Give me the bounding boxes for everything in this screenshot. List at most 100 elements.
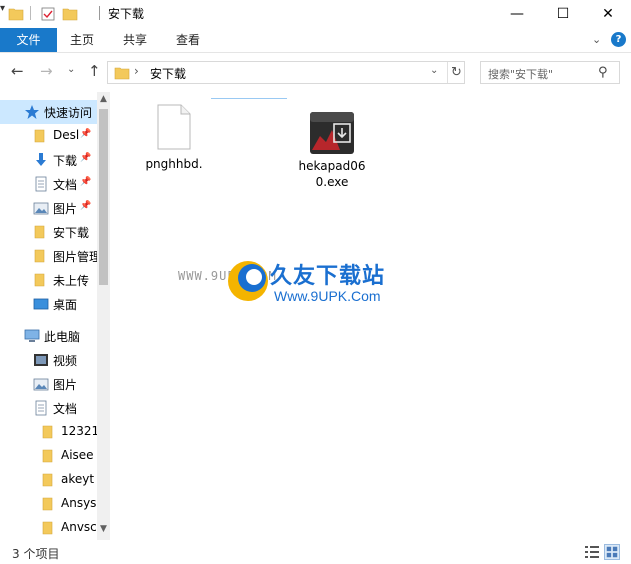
pin-icon: 📌 — [80, 153, 92, 163]
nav-item-folder-akeyt[interactable]: akeyt — [0, 468, 98, 492]
maximize-button[interactable]: ☐ — [540, 0, 586, 28]
nav-item-folder-anvsc[interactable]: Anvsc — [0, 516, 98, 540]
picture-icon — [33, 202, 49, 215]
watermark: WWW.9UPK.COM 久友下载站 Www.9UPK.Com — [178, 255, 438, 335]
nav-item-documents[interactable]: 文档 📌 — [0, 172, 98, 196]
folder-icon — [34, 273, 45, 287]
status-bar: 3 个项目 — [0, 541, 631, 564]
ribbon-tabs: 文件 主页 共享 查看 ⌄ ? — [0, 28, 631, 53]
nav-item-label: Ansys — [61, 496, 97, 510]
recent-locations-icon[interactable]: ⌄ — [67, 64, 75, 75]
nav-item-label: Aisee — [61, 448, 94, 462]
scroll-down-icon[interactable]: ▼ — [97, 524, 110, 534]
navigation-pane: 快速访问 Desl 📌 下载 📌 文档 📌 图片 📌 安下载 图片管理 未上传 … — [0, 92, 110, 540]
nav-item-desktop-pinned[interactable]: Desl 📌 — [0, 124, 98, 148]
ribbon-expand-icon[interactable]: ⌄ — [592, 33, 601, 46]
video-icon — [34, 354, 48, 366]
nav-item-this-pc[interactable]: 此电脑 — [0, 324, 98, 348]
tab-share[interactable]: 共享 — [115, 28, 155, 52]
file-item[interactable]: pnghhbd. — [136, 100, 212, 210]
help-icon[interactable]: ? — [611, 32, 626, 47]
folder-icon — [34, 225, 45, 239]
quick-access-dropdown-icon[interactable]: ▾ — [0, 3, 5, 14]
exe-icon — [310, 112, 354, 154]
file-name: hekapad060.exe — [298, 159, 366, 189]
folder-icon — [42, 497, 53, 511]
folder-icon — [34, 249, 45, 263]
nav-pane-scrollbar[interactable]: ▲ ▼ — [97, 92, 110, 540]
forward-arrow-icon[interactable]: → — [40, 62, 53, 80]
window-title: 安下载 — [108, 7, 145, 21]
item-count: 3 个项目 — [12, 547, 60, 561]
folder-icon — [42, 473, 53, 487]
nav-item-videos[interactable]: 视频 — [0, 348, 98, 372]
nav-item-label: 图片 — [53, 202, 78, 216]
nav-item-pictures-pc[interactable]: 图片 — [0, 372, 98, 396]
address-path[interactable]: 安下载 — [150, 65, 186, 82]
scroll-up-icon[interactable]: ▲ — [97, 94, 110, 104]
search-placeholder[interactable]: 搜索"安下载" — [488, 66, 553, 82]
search-box[interactable]: 搜索"安下载" ⚲ — [480, 61, 620, 84]
nav-item-folder-ansys[interactable]: Ansys — [0, 492, 98, 516]
nav-item-label: 桌面 — [53, 298, 78, 312]
star-icon — [25, 105, 39, 119]
tab-home[interactable]: 主页 — [62, 28, 102, 52]
nav-item-label: 文档 — [53, 402, 78, 416]
nav-item-label: 12321 — [61, 424, 97, 438]
watermark-url: Www.9UPK.Com — [274, 288, 381, 304]
large-icons-view-icon[interactable] — [604, 544, 620, 560]
nav-item-label: 图片管理 — [53, 250, 97, 264]
scroll-thumb[interactable] — [99, 109, 108, 285]
desktop-icon — [33, 298, 49, 310]
folder-icon — [114, 67, 130, 80]
nav-item-label: 文档 — [53, 178, 78, 192]
nav-item-label: 快速访问 — [44, 106, 93, 120]
quick-access-divider — [30, 6, 31, 20]
watermark-logo-icon — [228, 261, 268, 301]
document-icon — [35, 176, 47, 192]
address-bar[interactable]: › 安下载 ⌄ ↻ — [107, 61, 465, 84]
folder-icon — [42, 449, 53, 463]
nav-item-pictures[interactable]: 图片 📌 — [0, 196, 98, 220]
address-dropdown-icon[interactable]: ⌄ — [430, 65, 438, 76]
properties-icon[interactable] — [40, 6, 56, 22]
nav-item-label: Anvsc — [61, 520, 97, 534]
tab-file[interactable]: 文件 — [0, 28, 57, 52]
minimize-button[interactable]: — — [494, 0, 540, 28]
nav-item-folder-12321[interactable]: 12321 — [0, 420, 98, 444]
file-name: pnghhbd. — [145, 157, 203, 171]
nav-item-label: akeyt — [61, 472, 95, 486]
nav-item-quick-access[interactable]: 快速访问 — [0, 100, 98, 124]
folder-icon — [34, 129, 45, 143]
title-separator — [99, 6, 100, 20]
blank-file-icon — [157, 104, 191, 150]
nav-item-label: 下载 — [53, 154, 78, 168]
watermark-title: 久友下载站 — [270, 264, 386, 289]
file-item[interactable]: hekapad060.exe — [294, 100, 370, 210]
nav-item-picture-manager[interactable]: 图片管理 — [0, 244, 98, 268]
up-arrow-icon[interactable]: ↑ — [88, 62, 101, 80]
download-icon — [36, 153, 46, 166]
document-icon — [35, 400, 47, 416]
nav-item-anxiazai[interactable]: 安下载 — [0, 220, 98, 244]
folder-icon — [42, 425, 53, 439]
search-icon[interactable]: ⚲ — [598, 65, 608, 80]
nav-item-label: 此电脑 — [44, 330, 81, 344]
back-arrow-icon[interactable]: ← — [11, 62, 24, 80]
nav-item-not-uploaded[interactable]: 未上传 — [0, 268, 98, 292]
tab-view[interactable]: 查看 — [168, 28, 208, 52]
pin-icon: 📌 — [80, 201, 92, 211]
navigation-bar: ← → ⌄ ↑ › 安下载 ⌄ ↻ 搜索"安下载" ⚲ — [0, 54, 631, 90]
close-button[interactable]: ✕ — [585, 0, 631, 28]
nav-item-documents-pc[interactable]: 文档 — [0, 396, 98, 420]
refresh-icon[interactable]: ↻ — [447, 62, 465, 83]
folder-icon — [42, 521, 53, 535]
nav-item-desktop[interactable]: 桌面 — [0, 292, 98, 316]
new-folder-icon[interactable] — [62, 6, 78, 22]
details-view-icon[interactable] — [584, 544, 600, 560]
nav-item-downloads[interactable]: 下载 📌 — [0, 148, 98, 172]
picture-icon — [33, 378, 49, 391]
chevron-right-icon[interactable]: › — [134, 64, 139, 78]
nav-item-folder-aisee[interactable]: Aisee — [0, 444, 98, 468]
pin-icon: 📌 — [80, 177, 92, 187]
